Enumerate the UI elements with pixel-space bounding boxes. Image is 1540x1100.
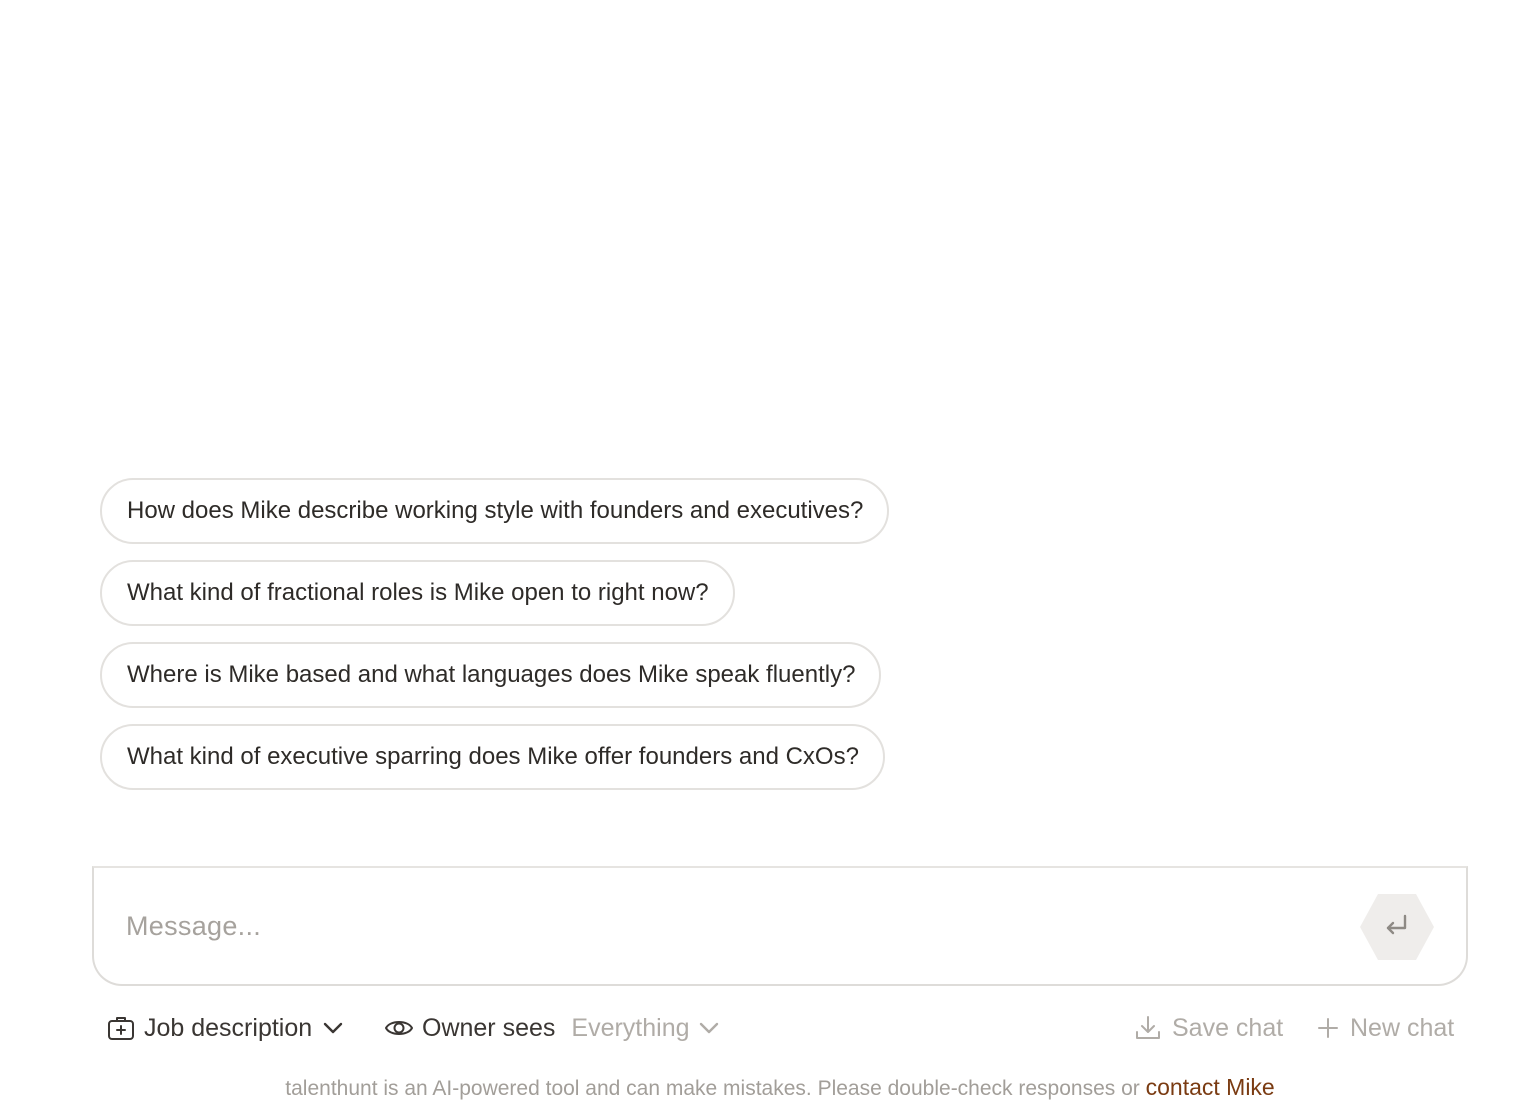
new-chat-label: New chat — [1350, 1013, 1455, 1042]
suggestion-chip[interactable]: What kind of executive sparring does Mik… — [100, 724, 885, 790]
chat-page: How does Mike describe working style wit… — [0, 0, 1540, 1100]
download-icon — [1136, 1016, 1160, 1039]
suggested-questions: How does Mike describe working style wit… — [100, 478, 890, 790]
save-chat-label: Save chat — [1172, 1013, 1284, 1042]
job-description-dropdown[interactable]: Job description — [106, 1008, 344, 1048]
eye-icon — [385, 1021, 413, 1035]
disclaimer-text: talenthunt is an AI-powered tool and can… — [285, 1077, 1146, 1100]
suggestion-chip[interactable]: Where is Mike based and what languages d… — [100, 642, 882, 708]
suggestion-chip[interactable]: How does Mike describe working style wit… — [100, 478, 890, 544]
save-chat-button[interactable]: Save chat — [1134, 1008, 1283, 1048]
plus-icon — [1318, 1018, 1338, 1038]
chevron-down-icon — [323, 1022, 343, 1034]
disclaimer-footer: talenthunt is an AI-powered tool and can… — [0, 1074, 1540, 1100]
chevron-down-icon — [699, 1022, 718, 1034]
owner-sees-value: Everything — [571, 1013, 690, 1042]
message-input[interactable] — [126, 906, 1326, 946]
send-button[interactable] — [1358, 892, 1436, 962]
owner-sees-selector[interactable]: Owner sees Everything — [384, 1008, 720, 1048]
briefcase-plus-icon — [108, 1017, 134, 1040]
enter-return-icon — [1360, 894, 1434, 960]
suggestion-chip[interactable]: What kind of fractional roles is Mike op… — [100, 560, 735, 626]
message-composer — [92, 866, 1468, 986]
owner-sees-label: Owner sees — [422, 1013, 556, 1042]
new-chat-button[interactable]: New chat — [1316, 1008, 1454, 1048]
composer-toolbar: Job description Owner sees Everything Sa… — [0, 1008, 1540, 1048]
contact-link[interactable]: contact Mike — [1146, 1074, 1275, 1100]
job-description-label: Job description — [144, 1013, 313, 1042]
